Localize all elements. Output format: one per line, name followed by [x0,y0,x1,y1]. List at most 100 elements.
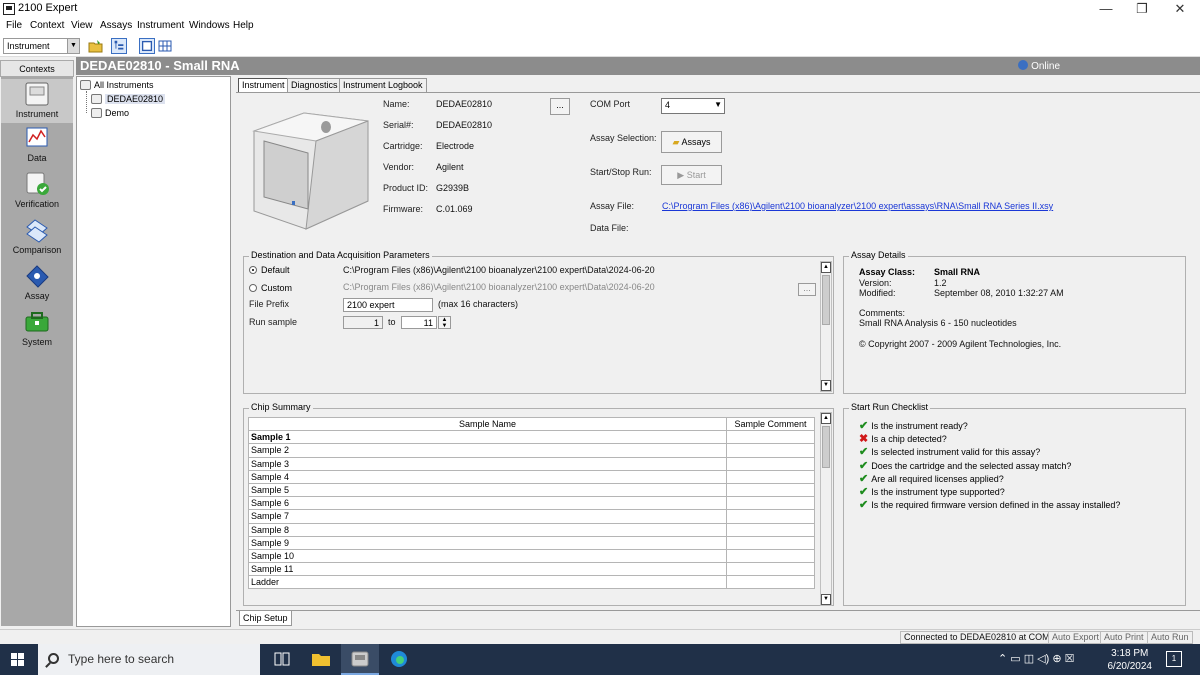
grid-view-icon[interactable] [157,38,173,54]
default-radio[interactable]: Default [249,265,290,275]
online-status: Online [1018,60,1060,72]
sample-name-cell[interactable]: Ladder [248,575,727,590]
context-instrument[interactable]: Instrument [1,79,73,123]
connection-status: Connected to DEDAE02810 at COM 4 [900,631,1062,644]
assay-version-label: Version: [859,278,892,288]
assay-file-link[interactable]: C:\Program Files (x86)\Agilent\2100 bioa… [662,201,1053,211]
checklist-item: ✔ Is the instrument ready? [859,420,968,432]
sample-comment-cell[interactable] [726,430,815,445]
sample-comment-cell[interactable] [726,535,815,550]
context-assay[interactable]: Assay [1,263,73,301]
sample-comment-cell[interactable] [726,469,815,484]
maximize-button[interactable]: ❐ [1124,0,1160,18]
sample-name-cell[interactable]: Sample 11 [248,562,727,577]
start-run-icon: ▶ [677,170,685,180]
sample-name-cell[interactable]: Sample 9 [248,535,727,550]
context-system[interactable]: System [1,309,73,347]
instrument-name-browse-button[interactable]: ... [550,98,570,115]
menu-assays[interactable]: Assays [100,20,132,31]
sample-comment-header[interactable]: Sample Comment [726,416,815,432]
scroll-thumb[interactable] [822,275,830,325]
default-radio-label: Default [261,265,290,275]
taskbar-search-box[interactable]: Type here to search [38,644,260,675]
sample-name-cell[interactable]: Sample 2 [248,443,727,458]
checkmark-icon: ✔ [859,446,869,458]
search-icon [48,653,59,664]
sample-comment-cell[interactable] [726,443,815,458]
sample-name-cell[interactable]: Sample 5 [248,482,727,498]
system-icon [25,312,49,332]
system-tray-icons[interactable]: ⌃ ▭ ◫ ◁) ⊕ ☒ [998,652,1074,665]
sample-name-cell[interactable]: Sample 8 [248,522,727,537]
context-combo[interactable]: Instrument ▼ [3,38,80,54]
scroll-up-icon[interactable]: ▲ [821,413,831,424]
sample-comment-cell[interactable] [726,522,815,537]
tab-chip-setup[interactable]: Chip Setup [239,611,292,626]
scroll-up-icon[interactable]: ▲ [821,262,831,273]
run-to-input[interactable]: 11 [401,316,437,329]
sample-comment-cell[interactable] [726,548,815,564]
single-view-icon[interactable] [139,38,155,54]
sample-name-cell[interactable]: Sample 3 [248,456,727,471]
start-button[interactable]: ▶ Start [661,165,722,185]
sample-comment-cell[interactable] [726,496,815,511]
sample-comment-cell[interactable] [726,575,815,590]
edge-browser-icon[interactable] [389,650,409,668]
chevron-down-icon[interactable]: ▼ [67,39,79,53]
sample-name-cell[interactable]: Sample 1 [248,430,727,445]
sample-name-cell[interactable]: Sample 6 [248,496,727,511]
sample-comment-cell[interactable] [726,456,815,471]
run-from-input[interactable]: 1 [343,316,383,329]
sample-comment-cell[interactable] [726,509,815,524]
assays-button[interactable]: ▰ Assays [661,131,722,153]
chip-summary-scrollbar[interactable]: ▲ ▼ [820,412,832,606]
auto-print-toggle[interactable]: Auto Print [1100,631,1148,644]
sample-comment-cell[interactable] [726,562,815,577]
run-to-spinner[interactable]: ▲ ▼ [438,316,451,329]
open-folder-icon[interactable] [88,38,104,54]
tree-view-icon[interactable] [111,38,127,54]
scroll-down-icon[interactable]: ▼ [821,380,831,391]
taskbar-clock[interactable]: 3:18 PM 6/20/2024 [1108,647,1153,673]
windows-start-icon[interactable] [11,653,24,666]
auto-run-toggle[interactable]: Auto Run [1147,631,1193,644]
destination-scrollbar[interactable]: ▲ ▼ [820,261,832,392]
tab-instrument[interactable]: Instrument [238,78,289,92]
sample-name-header[interactable]: Sample Name [248,416,727,432]
custom-radio[interactable]: Custom [249,283,292,293]
custom-path: C:\Program Files (x86)\Agilent\2100 bioa… [343,282,655,292]
notification-icon[interactable]: 1 [1166,651,1182,667]
assay-copyright: © Copyright 2007 - 2009 Agilent Technolo… [859,339,1062,349]
menu-context[interactable]: Context [30,20,64,31]
file-prefix-input[interactable]: 2100 expert [343,298,433,312]
menu-windows[interactable]: Windows [189,20,230,31]
sample-name-cell[interactable]: Sample 10 [248,548,727,564]
cartridge-label: Cartridge: [383,141,423,151]
scroll-thumb[interactable] [822,426,830,468]
tab-instrument-logbook[interactable]: Instrument Logbook [339,78,427,92]
minimize-button[interactable]: — [1088,0,1124,18]
tab-diagnostics[interactable]: Diagnostics [287,78,342,92]
com-port-select[interactable]: 4 ▼ [661,98,725,114]
scroll-down-icon[interactable]: ▼ [821,594,831,605]
menu-view[interactable]: View [71,20,93,31]
auto-export-toggle[interactable]: Auto Export [1048,631,1104,644]
context-verification[interactable]: Verification [1,171,73,209]
menu-file[interactable]: File [6,20,22,31]
sample-comment-cell[interactable] [726,482,815,498]
context-data[interactable]: Data [1,125,73,163]
online-icon [1018,60,1029,70]
close-button[interactable]: ✕ [1162,0,1198,18]
sample-name-cell[interactable]: Sample 7 [248,509,727,524]
custom-path-browse-button[interactable]: ... [798,283,816,296]
tree-item-all-instruments[interactable]: All Instruments [80,80,154,90]
tree-item-dedae02810[interactable]: DEDAE02810 [91,94,229,104]
tree-item-demo[interactable]: Demo [91,108,129,118]
sample-name-cell[interactable]: Sample 4 [248,469,727,484]
menu-help[interactable]: Help [233,20,254,31]
file-explorer-icon[interactable] [311,650,331,668]
menu-instrument[interactable]: Instrument [137,20,184,31]
context-comparison[interactable]: Comparison [1,217,73,255]
task-view-icon[interactable] [272,650,292,668]
taskbar-2100-expert[interactable] [341,644,379,675]
